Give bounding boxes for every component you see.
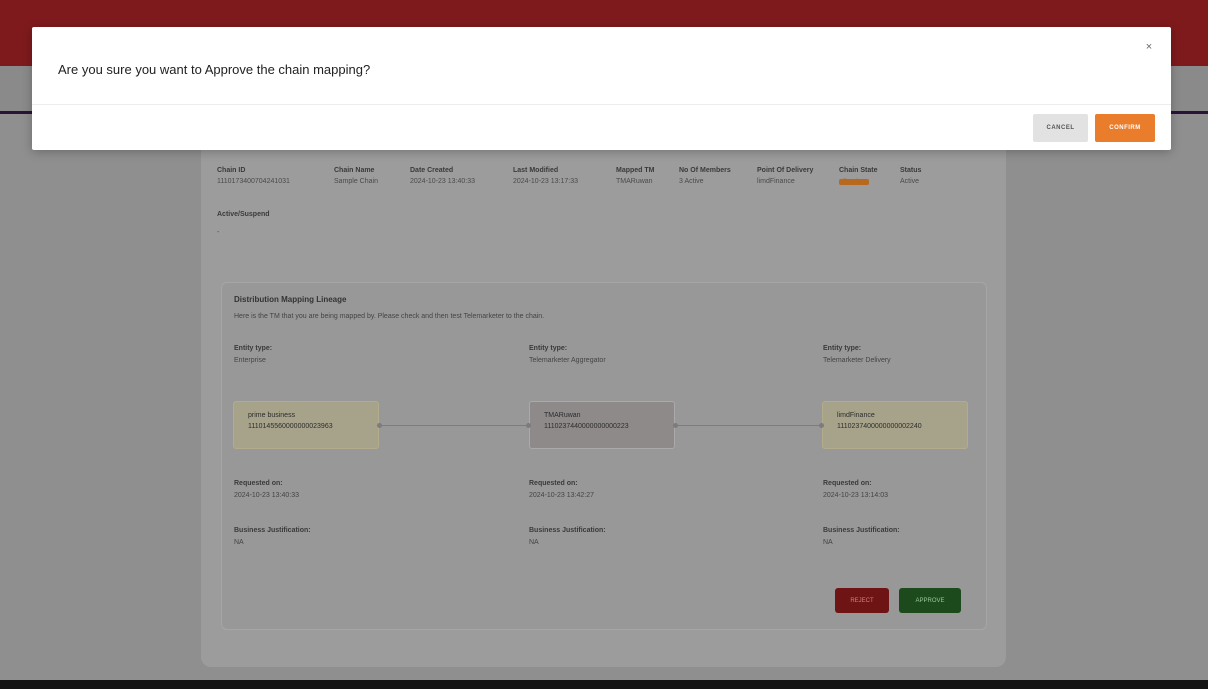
justification-value: NA (234, 539, 244, 546)
requested-label: Requested on: (823, 480, 872, 487)
chain-state-badge: Pending (839, 179, 870, 185)
active-suspend-label: Active/Suspend (217, 211, 270, 218)
requested-block-2: Requested on: 2024-10-23 13:42:27 (529, 480, 594, 499)
justification-label: Business Justification: (823, 527, 900, 534)
field-label: Status (900, 167, 922, 174)
lineage-connector-2 (675, 425, 822, 426)
requested-label: Requested on: (529, 480, 578, 487)
justification-value: NA (529, 539, 539, 546)
node-name: TMARuwan (544, 412, 581, 419)
node-name: limdFinance (837, 412, 875, 419)
members-field: No Of Members 3 Active (679, 167, 731, 185)
requested-block-1: Requested on: 2024-10-23 13:40:33 (234, 480, 299, 499)
dialog-message: Are you sure you want to Approve the cha… (58, 62, 371, 77)
node-id: 1110237400000000002240 (837, 423, 922, 430)
connector-dot (377, 423, 382, 428)
justification-value: NA (823, 539, 833, 546)
close-icon[interactable]: × (1143, 41, 1155, 53)
justification-block-1: Business Justification: NA (234, 527, 311, 546)
lineage-description: Here is the TM that you are being mapped… (234, 313, 545, 320)
node-name: prime business (248, 412, 296, 419)
lineage-node-aggregator[interactable]: TMARuwan 1110237440000000000223 (529, 401, 675, 449)
connector-dot (673, 423, 678, 428)
field-value: Active (900, 178, 920, 185)
reject-button[interactable]: REJECT (835, 588, 889, 613)
requested-value: 2024-10-23 13:42:27 (529, 492, 594, 499)
field-label: Point Of Delivery (757, 167, 814, 174)
mapped-tm-field: Mapped TM TMARuwan (616, 167, 655, 185)
entity-type-label: Entity type: (234, 345, 273, 352)
field-value: limdFinance (757, 178, 795, 185)
field-value: 1110173400704241031 (217, 178, 290, 185)
justification-label: Business Justification: (529, 527, 606, 534)
entity-type-value: Enterprise (234, 357, 266, 364)
field-label: Mapped TM (616, 167, 655, 174)
confirm-approve-dialog: Are you sure you want to Approve the cha… (32, 27, 1171, 150)
connector-dot (526, 423, 531, 428)
field-value: Sample Chain (334, 178, 378, 185)
field-label: Date Created (410, 167, 454, 174)
point-of-delivery-field: Point Of Delivery limdFinance (757, 167, 813, 185)
field-value: TMARuwan (616, 178, 653, 185)
entity-type-block-3: Entity type: Telemarketer Delivery (823, 345, 891, 364)
page-footer (0, 680, 1208, 689)
field-value: 2024-10-23 13:17:33 (513, 178, 578, 185)
entity-type-value: Telemarketer Aggregator (529, 357, 606, 364)
confirm-button[interactable]: CONFIRM (1095, 114, 1155, 142)
field-value: 2024-10-23 13:40:33 (410, 178, 475, 185)
field-label: Chain ID (217, 167, 246, 174)
entity-type-value: Telemarketer Delivery (823, 357, 891, 364)
field-label: Chain State (839, 167, 878, 174)
active-suspend-value: - (217, 229, 220, 236)
requested-label: Requested on: (234, 480, 283, 487)
node-id: 1110145560000000023963 (248, 423, 333, 430)
justification-block-2: Business Justification: NA (529, 527, 606, 546)
entity-type-label: Entity type: (823, 345, 862, 352)
dialog-divider (32, 104, 1171, 105)
chain-id-field: Chain ID 1110173400704241031 (217, 167, 290, 185)
field-label: No Of Members (679, 167, 731, 174)
requested-value: 2024-10-23 13:40:33 (234, 492, 299, 499)
field-label: Last Modified (513, 167, 559, 174)
status-field: Status Active (900, 167, 921, 185)
requested-block-3: Requested on: 2024-10-23 13:14:03 (823, 480, 888, 499)
chain-info-row: Chain ID 1110173400704241031 Chain Name … (217, 167, 1006, 193)
field-value: 3 Active (679, 178, 704, 185)
justification-block-3: Business Justification: NA (823, 527, 900, 546)
chain-name-field: Chain Name Sample Chain (334, 167, 378, 185)
justification-label: Business Justification: (234, 527, 311, 534)
chain-state-cell: Pending (839, 178, 878, 185)
field-label: Chain Name (334, 167, 375, 174)
entity-type-block-2: Entity type: Telemarketer Aggregator (529, 345, 606, 364)
entity-type-block-1: Entity type: Enterprise (234, 345, 272, 364)
date-created-field: Date Created 2024-10-23 13:40:33 (410, 167, 475, 185)
chain-state-field: Chain State Pending (839, 167, 878, 185)
entity-type-label: Entity type: (529, 345, 568, 352)
lineage-panel (221, 282, 987, 630)
lineage-node-delivery[interactable]: limdFinance 1110237400000000002240 (822, 401, 968, 449)
node-id: 1110237440000000000223 (544, 423, 629, 430)
lineage-connector-1 (379, 425, 529, 426)
requested-value: 2024-10-23 13:14:03 (823, 492, 888, 499)
cancel-button[interactable]: CANCEL (1033, 114, 1088, 142)
app-logo (198, 10, 252, 24)
approve-button[interactable]: APPROVE (899, 588, 961, 613)
lineage-node-enterprise[interactable]: prime business 1110145560000000023963 (233, 401, 379, 449)
lineage-title: Distribution Mapping Lineage (234, 295, 347, 304)
connector-dot (819, 423, 824, 428)
last-modified-field: Last Modified 2024-10-23 13:17:33 (513, 167, 578, 185)
